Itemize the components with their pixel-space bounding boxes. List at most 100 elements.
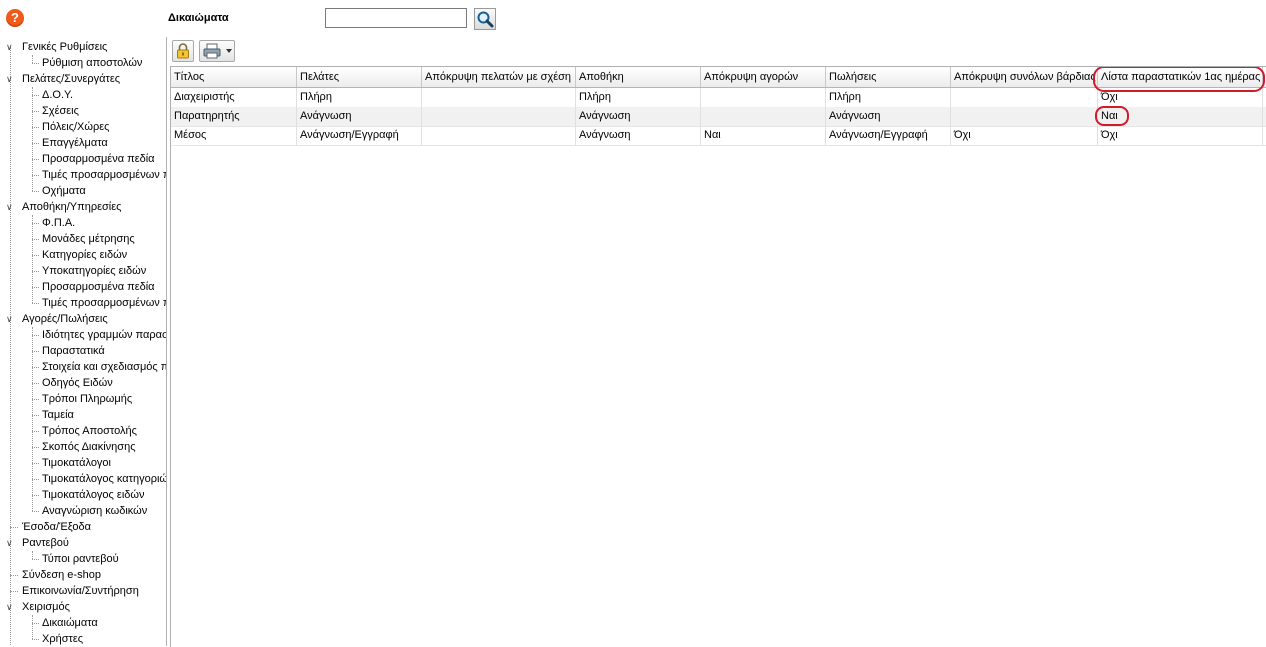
tree-item[interactable]: Φ.Π.Α.	[0, 215, 166, 231]
tree-connector	[32, 399, 39, 400]
cell-first-day-documents: Ναι	[1098, 107, 1263, 126]
tree-item[interactable]: Ιδιότητες γραμμών παρασ	[0, 327, 166, 343]
tree-connector	[10, 591, 18, 592]
column-header-warehouse[interactable]: Αποθήκη	[576, 67, 701, 87]
column-header-customers[interactable]: Πελάτες	[297, 67, 422, 87]
tree-item[interactable]: Σχέσεις	[0, 103, 166, 119]
tree-item[interactable]: Τρόπος Αποστολής	[0, 423, 166, 439]
table-row[interactable]: Μέσος Ανάγνωση/Εγγραφή Ανάγνωση Ναι Ανάγ…	[171, 126, 1266, 146]
cell-hide-shift-totals	[951, 88, 1098, 107]
tree-item[interactable]: Κατηγορίες ειδών	[0, 247, 166, 263]
tree-item[interactable]: Παραστατικά	[0, 343, 166, 359]
tree-item-label: Τρόπος Αποστολής	[42, 425, 137, 437]
tree-item[interactable]: Οδηγός Ειδών	[0, 375, 166, 391]
tree-item[interactable]: Τιμοκατάλογοι	[0, 455, 166, 471]
cell-warehouse: Ανάγνωση	[576, 107, 701, 126]
tree-group[interactable]: ∨ Ραντεβού	[0, 535, 166, 551]
cell-first-day-documents: Όχι	[1098, 126, 1263, 145]
tree-group[interactable]: ∨ Αποθήκη/Υπηρεσίες	[0, 199, 166, 215]
tree-group[interactable]: ∨ Γενικές Ρυθμίσεις	[0, 39, 166, 55]
tree-connector	[32, 511, 39, 512]
cell-warehouse: Ανάγνωση	[576, 126, 701, 145]
tree-connector	[32, 159, 39, 160]
cell-customers: Πλήρη	[297, 88, 422, 107]
cell-hide-shift-totals: Όχι	[951, 126, 1098, 145]
tree-item[interactable]: Δικαιώματα	[0, 615, 166, 631]
tree-item-label: Κατηγορίες ειδών	[42, 249, 128, 261]
column-header-hide-purchases[interactable]: Απόκρυψη αγορών	[701, 67, 826, 87]
tree-connector	[10, 527, 18, 528]
tree-item[interactable]: Υποκατηγορίες ειδών	[0, 263, 166, 279]
tree-item-label: Παραστατικά	[42, 345, 105, 357]
expand-chevron-icon[interactable]: ∨	[6, 71, 16, 87]
tree-connector	[32, 495, 39, 496]
expand-chevron-icon[interactable]: ∨	[6, 599, 16, 615]
tree-item[interactable]: Πόλεις/Χώρες	[0, 119, 166, 135]
tree-item[interactable]: Αναγνώριση κωδικών	[0, 503, 166, 519]
tree-group[interactable]: ∨ Αγορές/Πωλήσεις	[0, 311, 166, 327]
cell-hide-purchases: Ναι	[701, 126, 826, 145]
cell-sales: Ανάγνωση	[826, 107, 951, 126]
tree-item[interactable]: Προσαρμοσμένα πεδία	[0, 279, 166, 295]
tree-connector	[32, 335, 39, 336]
tree-connector	[32, 239, 39, 240]
tree-guide-line	[32, 215, 33, 303]
tree-item[interactable]: Χρήστες	[0, 631, 166, 646]
search-icon	[477, 11, 494, 28]
tree-item[interactable]: Τιμοκατάλογος ειδών	[0, 487, 166, 503]
column-header-hide-shift-totals[interactable]: Απόκρυψη συνόλων βάρδιας	[951, 67, 1098, 87]
expand-chevron-icon[interactable]: ∨	[6, 39, 16, 55]
column-header-first-day-documents[interactable]: Λίστα παραστατικών 1ας ημέρας	[1098, 67, 1263, 87]
tree-item[interactable]: Επαγγέλματα	[0, 135, 166, 151]
tree-group-label: Έσοδα/Έξοδα	[22, 521, 91, 533]
table-row[interactable]: Διαχειριστής Πλήρη Πλήρη Πλήρη Όχι Π	[171, 88, 1266, 108]
search-input[interactable]	[325, 8, 467, 28]
expand-chevron-icon[interactable]: ∨	[6, 535, 16, 551]
expand-chevron-icon[interactable]: ∨	[6, 311, 16, 327]
tree-item[interactable]: Στοιχεία και σχεδιασμός π	[0, 359, 166, 375]
help-icon[interactable]: ?	[6, 9, 24, 27]
tree-item[interactable]: Τύποι ραντεβού	[0, 551, 166, 567]
tree-item-label: Χρήστες	[42, 633, 84, 645]
tree-group[interactable]: ∨ Χειρισμός	[0, 599, 166, 615]
tree-item[interactable]: Ταμεία	[0, 407, 166, 423]
tree-item-label: Τιμοκατάλογος ειδών	[42, 489, 145, 501]
cell-title: Παρατηρητής	[171, 107, 297, 126]
tree-group[interactable]: Σύνδεση e-shop	[0, 567, 166, 583]
cell-warehouse: Πλήρη	[576, 88, 701, 107]
tree-connector	[10, 575, 18, 576]
chevron-down-icon[interactable]	[225, 41, 233, 61]
page-title: Δικαιώματα	[168, 12, 229, 24]
tree-item[interactable]: Οχήματα	[0, 183, 166, 199]
navigation-tree: ∨ Γενικές Ρυθμίσεις Ρύθμιση αποστολών ∨ Πελά…	[0, 37, 167, 646]
tree-item[interactable]: Προσαρμοσμένα πεδία	[0, 151, 166, 167]
tree-item[interactable]: Τιμές προσαρμοσμένων π	[0, 295, 166, 311]
column-header-title[interactable]: Τίτλος	[171, 67, 297, 87]
tree-item[interactable]: Τιμοκατάλογος κατηγοριώ	[0, 471, 166, 487]
column-header-sales[interactable]: Πωλήσεις	[826, 67, 951, 87]
tree-item[interactable]: Μονάδες μέτρησης	[0, 231, 166, 247]
table-header: Τίτλος Πελάτες Απόκρυψη πελατών με σχέση…	[171, 67, 1266, 88]
lock-icon	[177, 43, 189, 59]
tree-group-label: Αγορές/Πωλήσεις	[22, 313, 108, 325]
column-header-hide-customers[interactable]: Απόκρυψη πελατών με σχέση	[422, 67, 576, 87]
tree-item-label: Ρύθμιση αποστολών	[42, 57, 143, 69]
tree-group[interactable]: Επικοινωνία/Συντήρηση	[0, 583, 166, 599]
tree-item[interactable]: Τιμές προσαρμοσμένων π	[0, 167, 166, 183]
tree-group[interactable]: ∨ Πελάτες/Συνεργάτες	[0, 71, 166, 87]
cell-hide-customers	[422, 126, 576, 145]
print-button[interactable]	[199, 40, 235, 62]
tree-item[interactable]: Τρόποι Πληρωμής	[0, 391, 166, 407]
tree-item[interactable]: Δ.Ο.Υ.	[0, 87, 166, 103]
tree-item[interactable]: Ρύθμιση αποστολών	[0, 55, 166, 71]
cell-hide-shift-totals	[951, 107, 1098, 126]
tree-item-label: Τρόποι Πληρωμής	[42, 393, 133, 405]
tree-item[interactable]: Σκοπός Διακίνησης	[0, 439, 166, 455]
table-row[interactable]: Παρατηρητής Ανάγνωση Ανάγνωση Ανάγνωση Ν…	[171, 107, 1266, 127]
lock-button[interactable]	[172, 40, 194, 62]
tree-group-label: Αποθήκη/Υπηρεσίες	[22, 201, 122, 213]
search-button[interactable]	[474, 8, 496, 30]
tree-group[interactable]: Έσοδα/Έξοδα	[0, 519, 166, 535]
tree-connector	[32, 111, 39, 112]
expand-chevron-icon[interactable]: ∨	[6, 199, 16, 215]
